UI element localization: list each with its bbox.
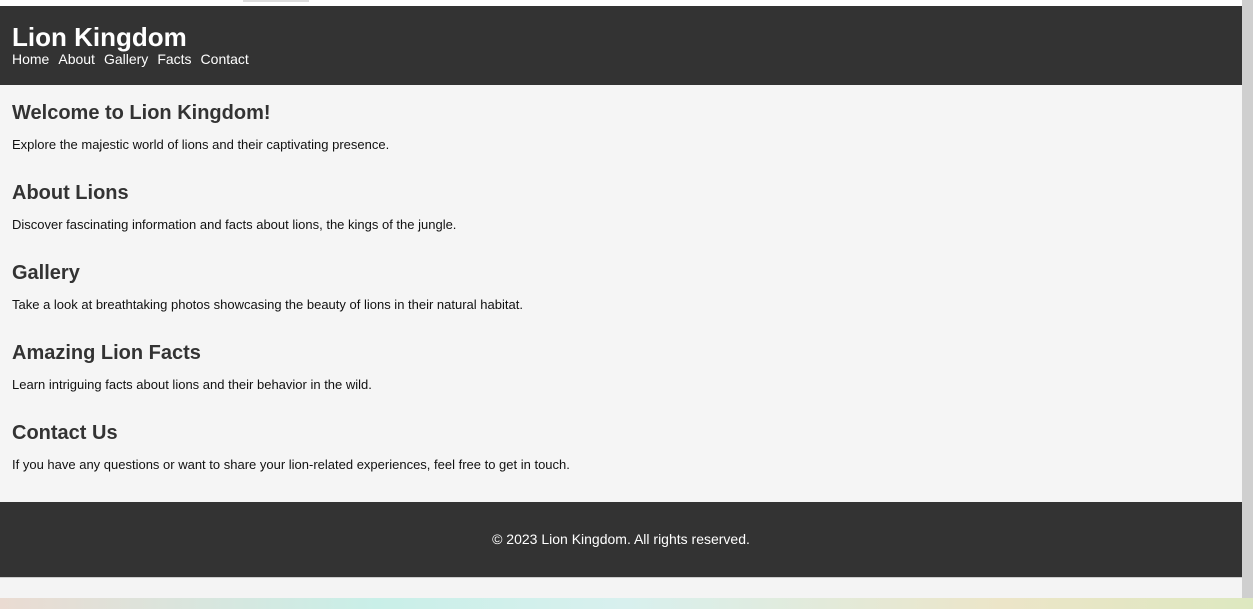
nav-about[interactable]: About (58, 51, 95, 67)
nav-facts[interactable]: Facts (157, 51, 191, 67)
page: Lion Kingdom Home About Gallery Facts Contac… (0, 6, 1242, 599)
main-nav: Home About Gallery Facts Contact (12, 51, 1230, 67)
section-about: About Lions Discover fascinating informat… (12, 181, 456, 233)
section-text: Discover fascinating information and fac… (12, 217, 457, 232)
section-heading: Amazing Lion Facts (12, 342, 201, 364)
vertical-scrollbar[interactable] (1242, 0, 1253, 598)
section-heading: Gallery (12, 262, 80, 284)
section-heading: Contact Us (12, 422, 118, 444)
section-gallery: Gallery Take a look at breathtaking photo… (12, 261, 523, 313)
section-text: Take a look at breathtaking photos showc… (12, 297, 523, 312)
section-text: Explore the majestic world of lions and … (12, 137, 390, 152)
section-text: If you have any questions or want to sha… (12, 457, 570, 472)
page-bottom-area (0, 577, 1242, 599)
nav-gallery[interactable]: Gallery (104, 51, 148, 67)
section-text: Learn intriguing facts about lions and t… (12, 377, 372, 392)
main-content: Welcome to Lion Kingdom! Explore the maje… (0, 85, 1242, 502)
section-heading: About Lions (12, 182, 129, 204)
section-facts: Amazing Lion Facts Learn intriguing facts… (12, 341, 372, 393)
section-contact: Contact Us If you have any questions or w… (12, 421, 570, 473)
copyright-text: © 2023 Lion Kingdom. All rights reserved… (492, 531, 750, 547)
site-title: Lion Kingdom (12, 22, 187, 52)
site-header: Lion Kingdom Home About Gallery Facts Contac… (0, 6, 1242, 85)
section-welcome: Welcome to Lion Kingdom! Explore the maje… (12, 101, 389, 153)
browser-tab[interactable] (243, 0, 309, 2)
site-footer: © 2023 Lion Kingdom. All rights reserved… (0, 502, 1242, 577)
nav-home[interactable]: Home (12, 51, 49, 67)
taskbar (0, 598, 1253, 609)
nav-contact[interactable]: Contact (201, 51, 249, 67)
section-heading: Welcome to Lion Kingdom! (12, 102, 271, 124)
